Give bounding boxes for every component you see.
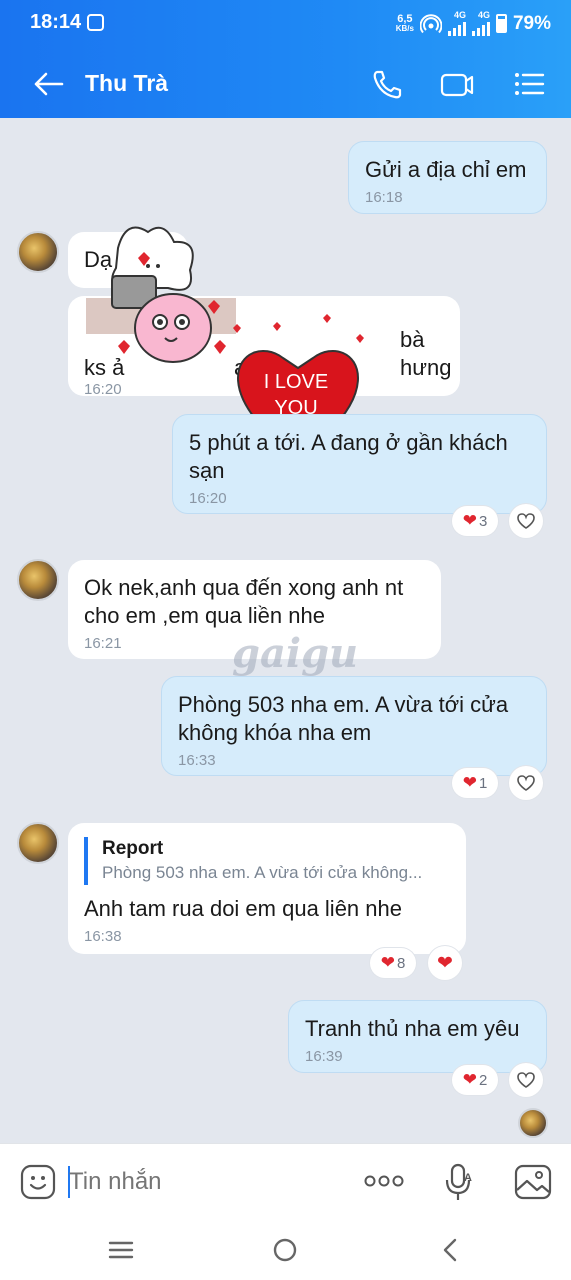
contact-name[interactable]: Thu Trà xyxy=(85,70,168,97)
message-input[interactable] xyxy=(69,1168,339,1196)
voice-mic-icon[interactable]: A xyxy=(442,1162,476,1202)
notification-icon xyxy=(87,14,104,31)
avatar[interactable] xyxy=(17,559,59,601)
back-nav-icon[interactable] xyxy=(440,1237,460,1263)
message-input-bar: A xyxy=(0,1143,571,1223)
status-bar: 18:14 6,5 KB/s 4G 4G 79% xyxy=(0,0,571,46)
message-text: Tranh thủ nha em yêu xyxy=(305,1016,520,1041)
sticker-text: I LOVE xyxy=(264,371,328,393)
list-menu-icon[interactable] xyxy=(509,66,549,102)
heart-icon: ❤ xyxy=(462,1070,477,1089)
heart-icon: ❤ xyxy=(462,511,477,530)
emoji-icon[interactable] xyxy=(20,1164,56,1200)
chat-area[interactable]: Gửi a địa chỉ em 16:18 Dạ bà hưng ks ả ạ… xyxy=(0,118,571,1143)
watermark: gaigu xyxy=(232,630,359,677)
like-button[interactable]: ❤ xyxy=(428,946,462,980)
chat-header: Thu Trà xyxy=(0,54,571,118)
like-button[interactable] xyxy=(509,1063,543,1097)
heart-icon: ❤ xyxy=(462,773,477,792)
heart-outline-icon xyxy=(517,775,535,791)
message-bubble-outgoing[interactable]: Phòng 503 nha em. A vừa tới cửa không kh… xyxy=(161,676,547,776)
home-icon[interactable] xyxy=(272,1237,298,1263)
heart-outline-icon xyxy=(517,513,535,529)
reply-author: Report xyxy=(102,838,164,859)
reaction-count[interactable]: ❤ 3 xyxy=(452,506,498,536)
message-text: 5 phút a tới. A đang ở gần khách sạn xyxy=(189,430,508,483)
top-bar: 18:14 6,5 KB/s 4G 4G 79% Thu Trà xyxy=(0,0,571,118)
message-text: bà hưng xyxy=(400,327,452,380)
signal-1: 4G xyxy=(447,11,466,36)
message-text: Gửi a địa chỉ em xyxy=(365,157,527,182)
phone-icon[interactable] xyxy=(366,66,406,102)
video-camera-icon[interactable] xyxy=(437,66,477,102)
message-bubble-outgoing[interactable]: Tranh thủ nha em yêu 16:39 xyxy=(288,1000,547,1073)
message-text: Phòng 503 nha em. A vừa tới cửa không kh… xyxy=(178,692,509,745)
message-time: 16:18 xyxy=(365,189,403,206)
message-time: 16:38 xyxy=(84,928,122,945)
reply-preview: Phòng 503 nha em. A vừa tới cửa không... xyxy=(102,863,423,882)
image-gallery-icon[interactable] xyxy=(513,1163,553,1201)
recent-apps-icon[interactable] xyxy=(108,1239,134,1261)
like-button[interactable] xyxy=(509,766,543,800)
avatar[interactable] xyxy=(17,231,59,273)
reaction-count[interactable]: ❤ 2 xyxy=(452,1065,498,1095)
heart-outline-icon xyxy=(517,1072,535,1088)
more-dots-icon[interactable] xyxy=(362,1170,406,1192)
reply-quote[interactable]: Report Phòng 503 nha em. A vừa tới cửa k… xyxy=(84,837,450,885)
signal-bars-icon xyxy=(447,20,466,36)
seen-avatar xyxy=(518,1108,548,1138)
heart-icon: ❤ xyxy=(380,953,395,972)
message-text: Anh tam rua doi em qua liên nhe xyxy=(84,896,402,921)
reaction-count[interactable]: ❤ 8 xyxy=(370,948,416,978)
like-button[interactable] xyxy=(509,504,543,538)
heart-icon: ❤ xyxy=(437,952,453,974)
message-bubble-outgoing[interactable]: 5 phút a tới. A đang ở gần khách sạn 16:… xyxy=(172,414,547,514)
signal-bars-icon xyxy=(471,20,490,36)
message-time: 16:39 xyxy=(305,1048,343,1065)
hotspot-icon xyxy=(419,13,442,33)
svg-text:A: A xyxy=(464,1172,472,1184)
reaction-count[interactable]: ❤ 1 xyxy=(452,768,498,798)
message-bubble-incoming[interactable]: Report Phòng 503 nha em. A vừa tới cửa k… xyxy=(68,823,466,954)
system-indicators: 6,5 KB/s 4G 4G 79% xyxy=(396,11,551,36)
avatar[interactable] xyxy=(17,822,59,864)
message-text: Ok nek,anh qua đến xong anh nt cho em ,e… xyxy=(84,575,404,628)
system-nav-bar xyxy=(0,1223,571,1280)
signal-2: 4G xyxy=(471,11,490,36)
arrow-left-icon[interactable] xyxy=(28,66,68,102)
net-speed: 6,5 KB/s xyxy=(395,12,414,33)
battery-percent: 79% xyxy=(512,12,551,34)
message-bubble-outgoing[interactable]: Gửi a địa chỉ em 16:18 xyxy=(348,141,547,214)
status-time: 18:14 xyxy=(30,11,82,33)
battery-icon xyxy=(495,14,507,33)
